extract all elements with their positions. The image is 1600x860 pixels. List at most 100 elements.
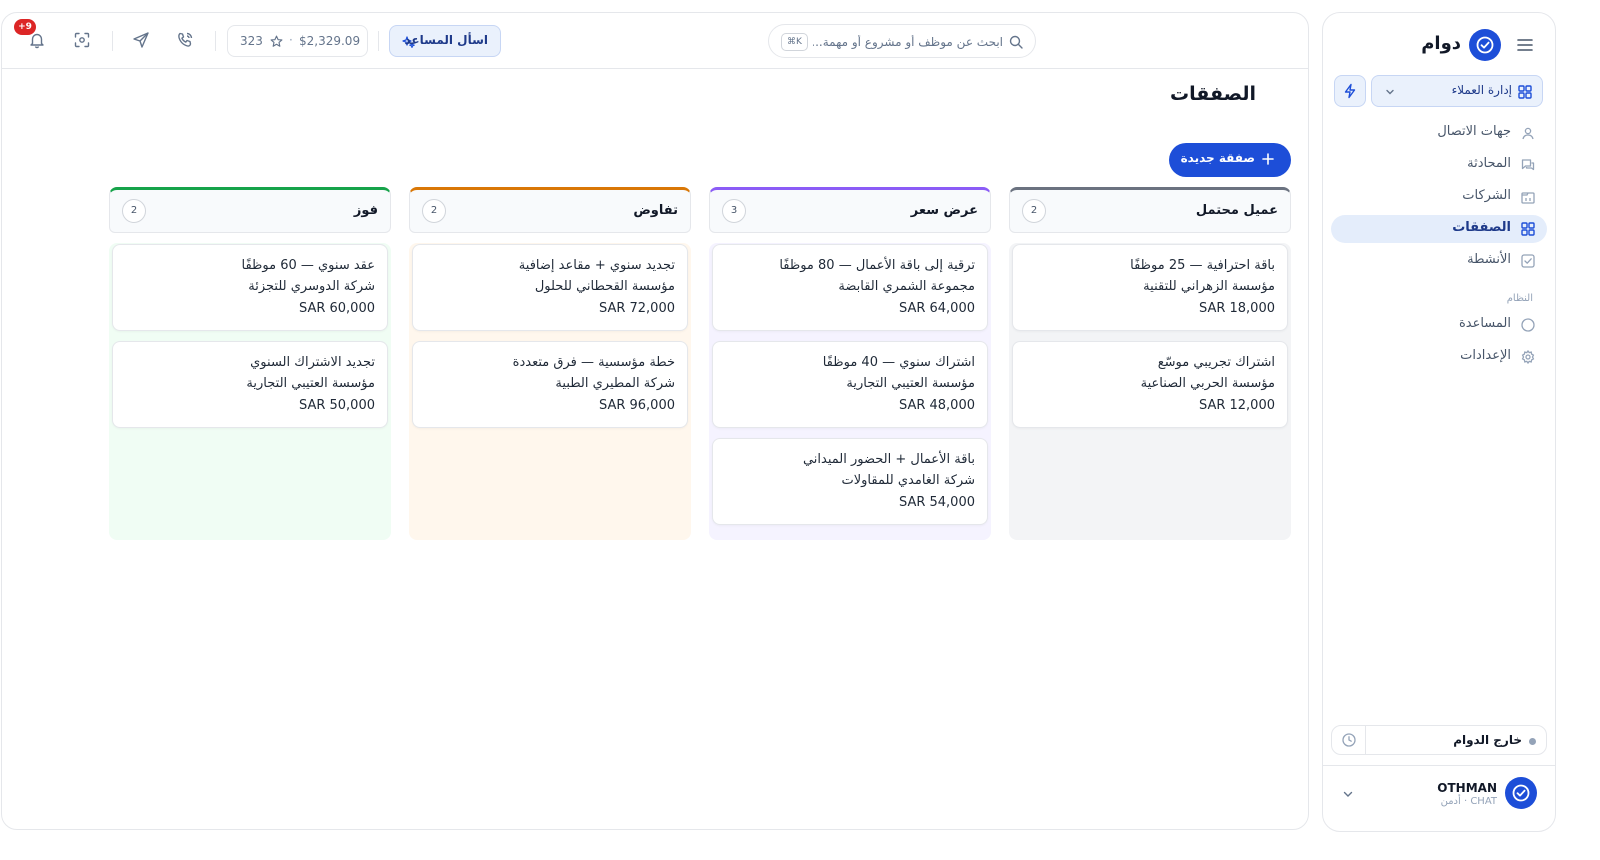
shift-status-label: خارج الدوام: [1453, 733, 1522, 747]
sidebar-item-chat[interactable]: المحادثة: [1331, 151, 1547, 179]
deal-title: تجديد الاشتراك السنوي: [250, 355, 375, 370]
send-icon[interactable]: [132, 31, 150, 49]
column-lead: عميل محتمل 2 باقة احترافية — 25 موظفًا م…: [1009, 187, 1291, 540]
sidebar-item-deals[interactable]: الصفقات: [1331, 215, 1547, 243]
column-count-badge: 2: [422, 199, 446, 223]
user-icon: [1521, 126, 1535, 140]
deal-card[interactable]: باقة الأعمال + الحضور الميداني شركة الغا…: [712, 438, 988, 525]
deal-title: باقة احترافية — 25 موظفًا: [1130, 258, 1275, 273]
workspace-select[interactable]: إدارة العملاء: [1371, 75, 1543, 107]
search-icon: [1009, 35, 1023, 49]
clock-icon[interactable]: [1332, 726, 1366, 754]
keyboard-shortcut-badge: ⌘K: [781, 33, 808, 51]
checkbox-icon: [1521, 254, 1535, 268]
shift-status[interactable]: خارج الدوام: [1331, 725, 1547, 755]
gear-icon: [1521, 350, 1535, 364]
menu-icon[interactable]: [1515, 35, 1535, 55]
balance-chip[interactable]: 323 · $2,329.09: [227, 25, 368, 57]
deal-card[interactable]: ترقية إلى باقة الأعمال — 80 موظفًا مجموع…: [712, 244, 988, 331]
column-header[interactable]: عميل محتمل 2: [1009, 187, 1291, 233]
sidebar-item-settings[interactable]: الإعدادات: [1331, 343, 1547, 371]
sidebar-item-contacts[interactable]: جهات الاتصال: [1331, 119, 1547, 147]
logo-check-icon: [1469, 29, 1501, 61]
workspace-row: إدارة العملاء: [1323, 75, 1555, 107]
column-body: باقة احترافية — 25 موظفًا مؤسسة الزهراني…: [1009, 243, 1291, 540]
assistant-label: اسأل المساعد: [404, 33, 488, 47]
deal-value: SAR 54,000: [898, 495, 975, 510]
quick-actions-button[interactable]: [1334, 75, 1366, 107]
new-deal-button[interactable]: صفقة جديدة: [1169, 143, 1291, 177]
sidebar-item-label: جهات الاتصال: [1437, 124, 1511, 139]
deal-company: مؤسسة القحطاني للحلول: [534, 279, 675, 294]
deal-card[interactable]: تجديد الاشتراك السنوي مؤسسة العتيبي التج…: [112, 341, 388, 428]
sidebar-item-activities[interactable]: الأنشطة: [1331, 247, 1547, 275]
deal-title: ترقية إلى باقة الأعمال — 80 موظفًا: [779, 258, 975, 273]
column-header[interactable]: تفاوض 2: [409, 187, 691, 233]
column-header[interactable]: فوز 2: [109, 187, 391, 233]
deal-value: SAR 72,000: [598, 301, 675, 316]
deal-company: شركة الغامدي للمقاولات: [841, 473, 975, 488]
building-icon: [1521, 190, 1535, 204]
deal-card[interactable]: عقد سنوي — 60 موظفًا شركة الدوسري للتجزئ…: [112, 244, 388, 331]
chevron-down-icon: [1384, 86, 1396, 98]
page-title: الصفقات: [1170, 83, 1256, 105]
separator: ·: [289, 33, 293, 47]
column-header[interactable]: عرض سعر 3: [709, 187, 991, 233]
plus-icon: [1261, 152, 1275, 166]
sidebar-item-companies[interactable]: الشركات: [1331, 183, 1547, 211]
avatar[interactable]: [1505, 777, 1537, 809]
divider: [378, 31, 379, 51]
deal-card[interactable]: خطة مؤسسية — فرق متعددة شركة المطيري الط…: [412, 341, 688, 428]
deal-value: SAR 18,000: [1198, 301, 1275, 316]
chat-icon: [1521, 158, 1535, 172]
deal-card[interactable]: باقة احترافية — 25 موظفًا مؤسسة الزهراني…: [1012, 244, 1288, 331]
deal-company: مؤسسة الحربي الصناعية: [1140, 376, 1275, 391]
column-body: عقد سنوي — 60 موظفًا شركة الدوسري للتجزئ…: [109, 243, 391, 540]
column-title: تفاوض: [633, 203, 678, 218]
phone-icon[interactable]: [176, 31, 194, 49]
deal-value: SAR 64,000: [898, 301, 975, 316]
column-count-badge: 3: [722, 199, 746, 223]
column-won: فوز 2 عقد سنوي — 60 موظفًا شركة الدوسري …: [109, 187, 391, 540]
brand-name: دوام: [1421, 33, 1461, 54]
deal-value: SAR 60,000: [298, 301, 375, 316]
column-title: عرض سعر: [910, 203, 978, 218]
deal-card[interactable]: اشتراك تجريبي موسّع مؤسسة الحربي الصناعي…: [1012, 341, 1288, 428]
deal-company: شركة المطيري الطبية: [555, 376, 675, 391]
search-box[interactable]: ⌘K: [768, 24, 1036, 58]
status-dot: [1529, 738, 1536, 745]
workspace-label: إدارة العملاء: [1451, 83, 1512, 97]
divider: [1323, 765, 1555, 766]
sidebar-header: دوام: [1323, 29, 1555, 61]
deal-title: باقة الأعمال + الحضور الميداني: [802, 452, 975, 467]
ask-assistant-button[interactable]: اسأل المساعد: [389, 25, 501, 57]
column-title: فوز: [353, 203, 378, 218]
nav-section-label: النظام: [1506, 293, 1533, 304]
column-body: تجديد سنوي + مقاعد إضافية مؤسسة القحطاني…: [409, 243, 691, 540]
column-negotiation: تفاوض 2 تجديد سنوي + مقاعد إضافية مؤسسة …: [409, 187, 691, 540]
deal-card[interactable]: اشتراك سنوي — 40 موظفًا مؤسسة العتيبي ال…: [712, 341, 988, 428]
search-input[interactable]: [813, 31, 1003, 53]
help-circle-icon: [1521, 318, 1535, 332]
chevron-down-icon[interactable]: [1341, 787, 1355, 801]
notification-badge: +9: [14, 19, 36, 35]
deal-title: اشتراك تجريبي موسّع: [1157, 355, 1275, 370]
new-deal-label: صفقة جديدة: [1180, 151, 1255, 165]
lightning-icon: [1342, 83, 1358, 99]
deal-company: مؤسسة العتيبي التجارية: [246, 376, 375, 391]
sidebar-item-label: الإعدادات: [1460, 348, 1511, 363]
deal-company: مؤسسة العتيبي التجارية: [846, 376, 975, 391]
main-panel: ⌘K اسأل المساعد 323 · $2,329.09: [1, 12, 1309, 830]
column-count-badge: 2: [1022, 199, 1046, 223]
column-quote: عرض سعر 3 ترقية إلى باقة الأعمال — 80 مو…: [709, 187, 991, 540]
star-icon: [270, 35, 283, 48]
deal-company: مجموعة الشمري القابضة: [838, 279, 975, 294]
sidebar-item-label: المساعدة: [1458, 316, 1511, 331]
user-role: أدمن · CHAT: [1440, 796, 1497, 807]
column-body: ترقية إلى باقة الأعمال — 80 موظفًا مجموع…: [709, 243, 991, 540]
sidebar-item-help[interactable]: المساعدة: [1331, 311, 1547, 339]
sidebar-item-label: الشركات: [1462, 188, 1511, 203]
deal-card[interactable]: تجديد سنوي + مقاعد إضافية مؤسسة القحطاني…: [412, 244, 688, 331]
deal-title: عقد سنوي — 60 موظفًا: [241, 258, 375, 273]
focus-scan-icon[interactable]: [73, 31, 91, 49]
